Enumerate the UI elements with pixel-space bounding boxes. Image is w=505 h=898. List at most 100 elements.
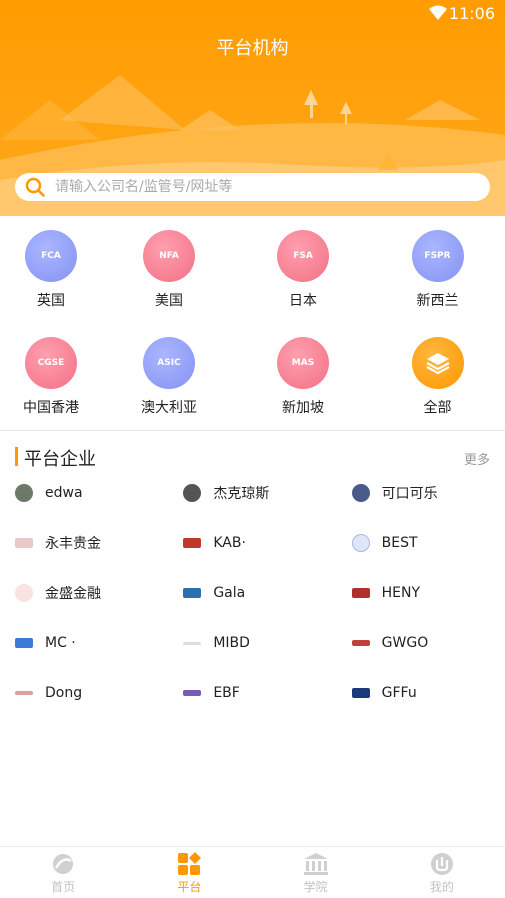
- status-bar: 11:06: [0, 0, 505, 28]
- profile-icon: [430, 853, 453, 875]
- enterprise-name: 金盛金融: [45, 586, 101, 602]
- enterprise-name: GWGO: [381, 635, 429, 651]
- enterprise-logo: [183, 690, 202, 696]
- enterprise-logo: [351, 640, 370, 646]
- regulator-label: 中国香港: [23, 400, 79, 416]
- nav-label: 首页: [51, 880, 76, 894]
- screen: 11:06 平台机构 FCA 英国 NFA 美国 FSA 日本: [0, 0, 505, 898]
- enterprise-logo: [15, 538, 33, 548]
- nav-home[interactable]: 首页: [0, 847, 126, 898]
- regulator-hong-kong[interactable]: CGSE 中国香港: [0, 337, 102, 444]
- enterprise-item[interactable]: KAB·: [168, 533, 336, 553]
- enterprise-item[interactable]: HENY: [337, 583, 505, 603]
- enterprise-item[interactable]: BEST: [337, 533, 505, 553]
- regulator-label: 新加坡: [282, 400, 324, 416]
- enterprise-name: BEST: [381, 535, 418, 551]
- enterprise-item[interactable]: GWGO: [337, 633, 505, 653]
- enterprise-name: 杰克琼斯: [213, 486, 270, 502]
- platform-icon: [178, 852, 202, 875]
- regulator-row: CGSE 中国香港 ASIC 澳大利亚 MAS 新加坡 全部: [0, 337, 505, 444]
- enterprise-logo: [15, 584, 33, 602]
- nav-label: 我的: [429, 880, 454, 894]
- enterprise-item[interactable]: Gala: [168, 583, 336, 603]
- regulator-badge: FSPR: [411, 230, 464, 282]
- regulator-badge: MAS: [277, 337, 329, 389]
- enterprise-item[interactable]: 可口可乐: [337, 483, 505, 503]
- enterprise-logo: [351, 534, 370, 552]
- regulator-badge: ASIC: [143, 337, 195, 389]
- regulator-japan[interactable]: FSA 日本: [236, 230, 370, 337]
- search-box[interactable]: [15, 173, 490, 201]
- enterprise-logo: [351, 588, 370, 598]
- enterprise-logo: [15, 691, 33, 695]
- enterprise-logo: [183, 641, 202, 645]
- regulator-all[interactable]: 全部: [370, 337, 505, 444]
- nav-academy[interactable]: 学院: [253, 847, 379, 898]
- divider: [0, 430, 505, 431]
- regulator-label: 日本: [289, 293, 317, 309]
- enterprise-name: Dong: [45, 685, 83, 701]
- enterprise-item[interactable]: 金盛金融: [0, 583, 168, 603]
- enterprise-name: 永丰贵金: [45, 536, 101, 552]
- regulator-singapore[interactable]: MAS 新加坡: [236, 337, 370, 444]
- enterprise-item[interactable]: EBF: [168, 683, 336, 703]
- layers-icon: [425, 353, 450, 375]
- enterprise-name: EBF: [213, 685, 240, 701]
- regulator-row: FCA 英国 NFA 美国 FSA 日本 FSPR 新西兰: [0, 230, 505, 337]
- enterprise-item[interactable]: MIBD: [168, 633, 336, 653]
- regulator-grid: FCA 英国 NFA 美国 FSA 日本 FSPR 新西兰 CGSE 中国香港: [0, 230, 505, 444]
- enterprise-name: MC ·: [45, 635, 76, 651]
- academy-icon: [303, 853, 328, 875]
- header: 11:06 平台机构: [0, 0, 505, 216]
- more-link[interactable]: 更多: [464, 449, 490, 468]
- enterprise-row: MC · MIBD GWGO: [0, 633, 505, 683]
- enterprise-logo: [183, 538, 202, 548]
- nav-label: 平台: [177, 880, 202, 894]
- regulator-new-zealand[interactable]: FSPR 新西兰: [370, 230, 505, 337]
- section-header: 平台企业 更多: [0, 445, 505, 470]
- enterprise-name: edwa: [45, 485, 83, 501]
- section-title: 平台企业: [24, 449, 96, 470]
- regulator-australia[interactable]: ASIC 澳大利亚: [102, 337, 236, 444]
- regulator-label: 美国: [155, 293, 183, 309]
- home-icon: [53, 854, 74, 874]
- nav-profile[interactable]: 我的: [379, 847, 505, 898]
- regulator-uk[interactable]: FCA 英国: [0, 230, 102, 337]
- enterprise-logo: [15, 638, 33, 648]
- search-input[interactable]: [55, 179, 455, 195]
- enterprise-item[interactable]: Dong: [0, 683, 168, 703]
- status-time: 11:06: [448, 4, 495, 23]
- enterprise-logo: [183, 588, 202, 598]
- enterprise-item[interactable]: 杰克琼斯: [168, 483, 336, 503]
- enterprise-item[interactable]: edwa: [0, 483, 168, 503]
- regulator-us[interactable]: NFA 美国: [102, 230, 236, 337]
- enterprise-logo: [15, 484, 33, 502]
- enterprise-name: KAB·: [213, 535, 246, 551]
- enterprise-row: edwa 杰克琼斯 可口可乐: [0, 483, 505, 533]
- enterprise-logo: [183, 484, 202, 502]
- regulator-badge: CGSE: [25, 337, 77, 389]
- regulator-badge: FSA: [277, 230, 329, 282]
- nav-platform[interactable]: 平台: [126, 847, 252, 898]
- page-title: 平台机构: [216, 38, 289, 59]
- enterprise-row: Dong EBF GFFu: [0, 683, 505, 733]
- enterprise-row: 金盛金融 Gala HENY: [0, 583, 505, 633]
- enterprise-logo: [351, 484, 370, 502]
- enterprise-logo: [351, 688, 370, 698]
- enterprise-item[interactable]: MC ·: [0, 633, 168, 653]
- section-accent-bar: [15, 447, 18, 466]
- wifi-icon: [429, 5, 447, 20]
- enterprise-row: 永丰贵金 KAB· BEST: [0, 533, 505, 583]
- regulator-label: 澳大利亚: [141, 400, 197, 416]
- enterprise-name: MIBD: [213, 635, 250, 651]
- regulator-label: 英国: [37, 293, 65, 309]
- regulator-badge: NFA: [143, 230, 195, 282]
- regulator-badge: FCA: [25, 230, 77, 282]
- search-icon: [25, 177, 45, 197]
- bottom-nav: 首页 平台 学院 我的: [0, 846, 505, 898]
- regulator-label: 全部: [423, 400, 452, 416]
- enterprise-grid: edwa 杰克琼斯 可口可乐 永丰贵金 KAB· BEST 金盛金融 Gala …: [0, 483, 505, 733]
- enterprise-item[interactable]: 永丰贵金: [0, 533, 168, 553]
- nav-label: 学院: [303, 880, 328, 894]
- enterprise-item[interactable]: GFFu: [337, 683, 505, 703]
